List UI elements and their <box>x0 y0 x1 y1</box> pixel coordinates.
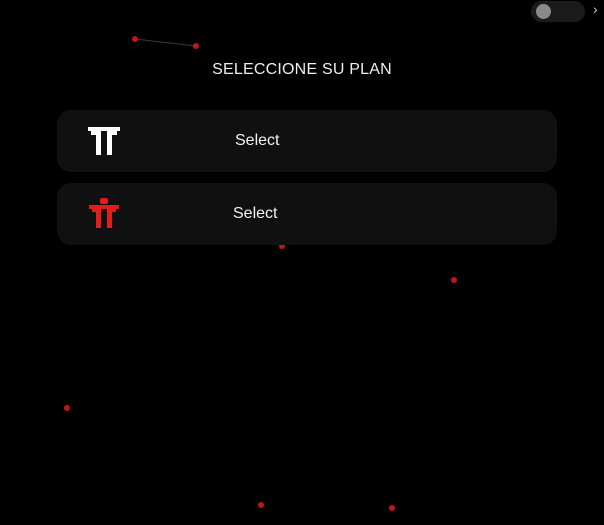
page-title: SELECCIONE SU PLAN <box>212 61 392 78</box>
theme-toggle[interactable] <box>531 1 585 22</box>
particle-dot <box>193 43 199 49</box>
plan-select-label: Select <box>233 205 278 222</box>
toggle-knob <box>536 4 551 19</box>
chevron-right-icon[interactable]: › <box>593 0 604 18</box>
t-logo-white-icon <box>88 127 120 155</box>
app-window: › SELECCIONE SU PLAN Select Select <box>0 0 604 525</box>
t-logo-red-icon <box>89 198 119 228</box>
particle-link <box>134 38 197 47</box>
particle-dot <box>132 36 138 42</box>
particle-dot <box>64 405 70 411</box>
plan-card-1[interactable]: Select <box>57 110 557 172</box>
particle-dot <box>451 277 457 283</box>
plan-card-2[interactable]: Select <box>57 183 557 245</box>
particle-dot <box>389 505 395 511</box>
particle-dot <box>258 502 264 508</box>
plan-select-label: Select <box>235 132 280 149</box>
